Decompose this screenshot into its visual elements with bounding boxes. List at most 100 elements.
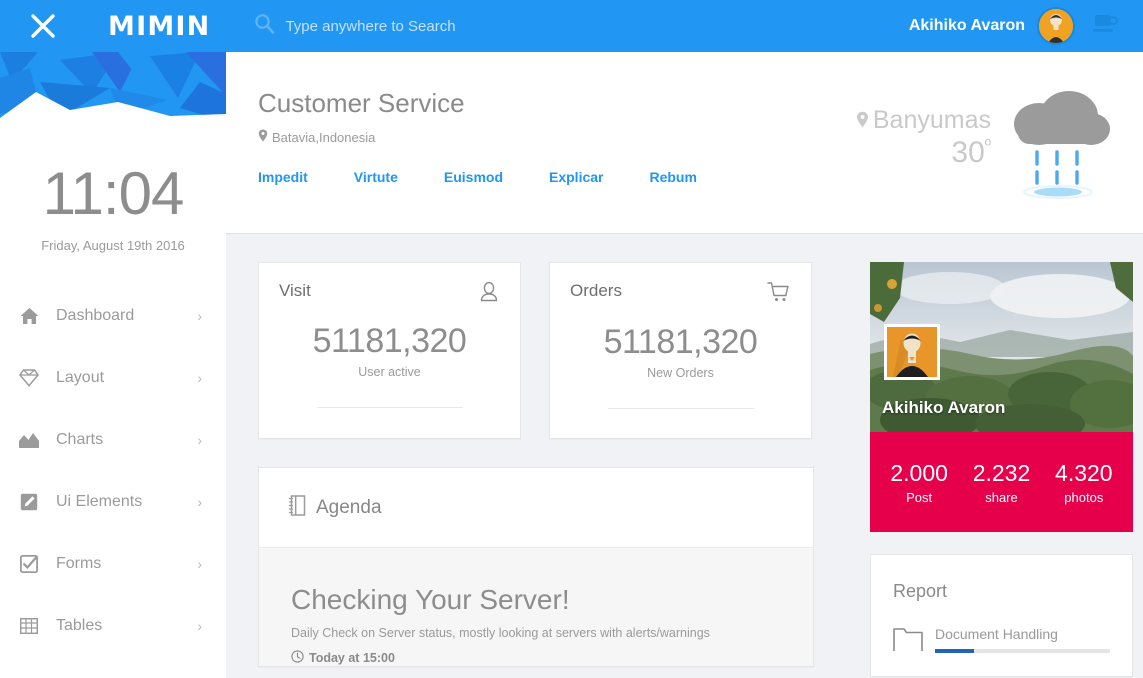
weather-city: Banyumas xyxy=(856,106,991,135)
close-button[interactable] xyxy=(0,0,86,52)
diamond-icon xyxy=(14,369,44,387)
agenda-event-time: Today at 15:00 xyxy=(291,650,785,666)
top-bar: MIMIN Akihiko Avaron xyxy=(0,0,1143,52)
stat-card-value: 51181,320 xyxy=(279,322,500,361)
divider xyxy=(608,408,754,409)
tab-euismod[interactable]: Euismod xyxy=(444,169,503,185)
sidebar-item-charts[interactable]: Charts › xyxy=(0,409,226,471)
folder-icon xyxy=(893,626,927,657)
profile-card: Akihiko Avaron 2.000 Post 2.232 share 4.… xyxy=(870,262,1133,532)
sidebar-item-ui-elements[interactable]: Ui Elements › xyxy=(0,471,226,533)
sidebar: 11:04 Friday, August 19th 2016 Dashboard… xyxy=(0,52,226,678)
sidebar-item-label: Forms xyxy=(56,555,197,573)
user-name-label: Akihiko Avaron xyxy=(909,17,1025,35)
app-brand: MIMIN xyxy=(108,11,210,42)
profile-stat-label: Post xyxy=(890,490,948,505)
agenda-header: Agenda xyxy=(259,468,813,548)
sidebar-item-forms[interactable]: Forms › xyxy=(0,533,226,595)
profile-stats-bar: 2.000 Post 2.232 share 4.320 photos xyxy=(870,432,1133,532)
weather-temperature: 30º xyxy=(856,137,991,168)
coffee-cup-icon[interactable] xyxy=(1091,12,1121,41)
sidebar-item-label: Layout xyxy=(56,369,197,387)
main-content: Customer Service Batavia,Indonesia Imped… xyxy=(226,52,1143,678)
page-header: Customer Service Batavia,Indonesia Imped… xyxy=(226,52,1143,234)
tab-impedit[interactable]: Impedit xyxy=(258,169,308,185)
profile-stat-post: 2.000 Post xyxy=(890,460,948,505)
shopping-cart-icon xyxy=(767,281,791,309)
chevron-right-icon: › xyxy=(197,494,202,510)
map-pin-icon xyxy=(258,129,272,145)
tab-virtute[interactable]: Virtute xyxy=(354,169,398,185)
user-icon xyxy=(478,281,500,308)
weather-temp-unit: º xyxy=(985,136,991,155)
profile-stat-share: 2.232 share xyxy=(973,460,1031,505)
search-input[interactable] xyxy=(285,18,605,35)
stat-card-sublabel: New Orders xyxy=(570,366,791,380)
search-box[interactable] xyxy=(254,0,605,52)
rain-cloud-icon xyxy=(1001,82,1111,205)
topbar-right-group: Akihiko Avaron xyxy=(909,0,1143,52)
profile-stat-value: 2.000 xyxy=(890,460,948,487)
agenda-title: Agenda xyxy=(316,497,382,519)
stat-card-title: Visit xyxy=(279,281,311,301)
sidebar-item-label: Charts xyxy=(56,431,197,449)
avatar[interactable] xyxy=(1037,7,1075,45)
chevron-right-icon: › xyxy=(197,370,202,386)
avatar[interactable] xyxy=(884,324,940,380)
report-progress-bar xyxy=(935,649,1110,653)
weather-temp-value: 30 xyxy=(951,136,984,169)
report-item[interactable]: Document Handling xyxy=(893,626,1110,657)
stat-card-value: 51181,320 xyxy=(570,323,791,362)
stat-cards-row: Visit 51181,320 User active xyxy=(258,262,844,439)
content-right-column: Akihiko Avaron 2.000 Post 2.232 share 4.… xyxy=(870,262,1133,677)
checkbox-icon xyxy=(14,555,44,573)
content-left-column: Visit 51181,320 User active xyxy=(258,262,844,677)
chevron-right-icon: › xyxy=(197,556,202,572)
sidebar-item-label: Ui Elements xyxy=(56,493,197,511)
report-item-label: Document Handling xyxy=(935,626,1110,642)
stat-card-orders: Orders 51181,320 New Orders xyxy=(549,262,812,439)
chevron-right-icon: › xyxy=(197,432,202,448)
agenda-event-time-label: Today at 15:00 xyxy=(309,651,395,665)
tab-explicar[interactable]: Explicar xyxy=(549,169,603,185)
content-area: Visit 51181,320 User active xyxy=(226,234,1143,677)
pencil-square-icon xyxy=(14,493,44,511)
agenda-event-title: Checking Your Server! xyxy=(291,584,785,616)
chevron-right-icon: › xyxy=(197,618,202,634)
profile-stat-value: 2.232 xyxy=(973,460,1031,487)
weather-widget: Banyumas 30º xyxy=(856,82,1111,205)
profile-stat-label: share xyxy=(973,490,1031,505)
close-icon xyxy=(28,11,58,41)
table-grid-icon xyxy=(14,618,44,634)
agenda-event-description: Daily Check on Server status, mostly loo… xyxy=(291,626,785,640)
report-title: Report xyxy=(893,581,1110,602)
agenda-card: Agenda Checking Your Server! Daily Check… xyxy=(258,467,814,667)
stat-card-title: Orders xyxy=(570,281,622,301)
stat-card-sublabel: User active xyxy=(279,365,500,379)
sidebar-item-dashboard[interactable]: Dashboard › xyxy=(0,285,226,347)
divider xyxy=(317,407,463,408)
clock-icon xyxy=(291,650,309,666)
notebook-icon xyxy=(287,495,306,521)
report-card: Report Document Handling xyxy=(870,554,1133,677)
sidebar-menu: Dashboard › Layout › Charts › Ui Element… xyxy=(0,285,226,657)
profile-stat-photos: 4.320 photos xyxy=(1055,460,1113,505)
map-pin-icon xyxy=(856,106,873,135)
tab-rebum[interactable]: Rebum xyxy=(649,169,696,185)
profile-cover-photo: Akihiko Avaron xyxy=(870,262,1133,432)
profile-name: Akihiko Avaron xyxy=(882,398,1005,418)
profile-stat-value: 4.320 xyxy=(1055,460,1113,487)
chevron-right-icon: › xyxy=(197,308,202,324)
stat-card-visit: Visit 51181,320 User active xyxy=(258,262,521,439)
sidebar-item-tables[interactable]: Tables › xyxy=(0,595,226,657)
sidebar-item-label: Tables xyxy=(56,617,197,635)
area-chart-icon xyxy=(14,432,44,448)
agenda-body: Checking Your Server! Daily Check on Ser… xyxy=(259,548,813,666)
page-location-label: Batavia,Indonesia xyxy=(272,130,375,145)
clock-date: Friday, August 19th 2016 xyxy=(0,238,226,253)
sidebar-item-label: Dashboard xyxy=(56,307,197,325)
search-icon xyxy=(254,13,275,39)
profile-stat-label: photos xyxy=(1055,490,1113,505)
sidebar-polygon-banner xyxy=(0,52,226,136)
sidebar-item-layout[interactable]: Layout › xyxy=(0,347,226,409)
